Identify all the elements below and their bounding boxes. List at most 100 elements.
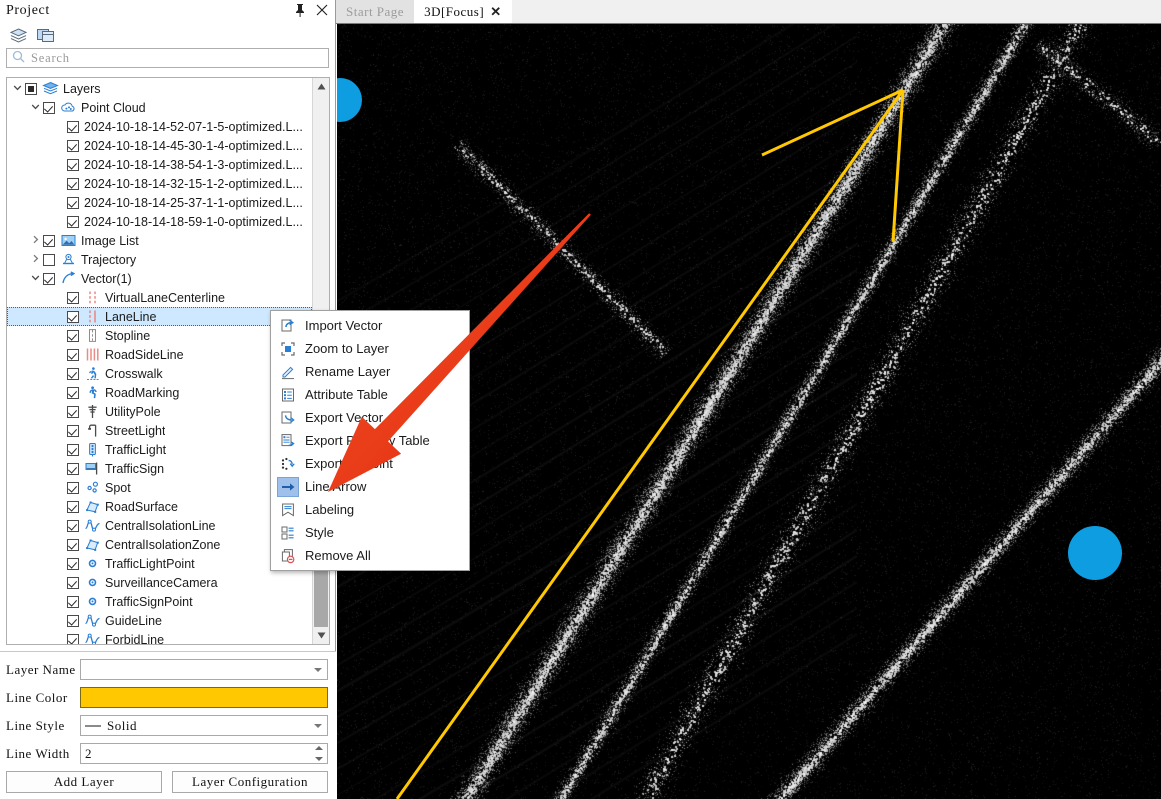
layer-visibility-checkbox[interactable] <box>67 196 79 209</box>
lane-line-segment[interactable] <box>891 89 905 243</box>
menu-item-export-property-table[interactable]: Export Property Table <box>271 429 469 452</box>
layer-visibility-checkbox[interactable] <box>43 101 55 114</box>
line-color-swatch[interactable] <box>80 687 328 708</box>
line-width-stepper[interactable]: 2 <box>80 743 328 764</box>
windows-tile-icon[interactable] <box>35 25 55 45</box>
chevron-down-icon[interactable] <box>27 102 43 113</box>
search-input[interactable]: Search <box>6 48 329 68</box>
menu-item-labeling[interactable]: Labeling <box>271 498 469 521</box>
chevron-down-icon[interactable] <box>314 723 322 728</box>
tree-item-forbidline[interactable]: ForbidLine <box>7 630 312 644</box>
tree-item-surveillancecamera[interactable]: SurveillanceCamera <box>7 573 312 592</box>
layer-visibility-checkbox[interactable] <box>67 291 79 304</box>
menu-item-style[interactable]: Style <box>271 521 469 544</box>
chevron-down-icon[interactable] <box>27 273 43 284</box>
map-marker[interactable] <box>1068 526 1122 580</box>
tree-item-roadmarking[interactable]: RoadMarking <box>7 383 312 402</box>
tree-item-trajectory[interactable]: Trajectory <box>7 250 312 269</box>
chevron-right-icon[interactable] <box>27 235 43 246</box>
tree-item-2024-10-18-14-18-59-1-0-optimized-l[interactable]: 2024-10-18-14-18-59-1-0-optimized.L... <box>7 212 312 231</box>
tree-item-trafficlight[interactable]: TrafficLight <box>7 440 312 459</box>
tree-item-2024-10-18-14-25-37-1-1-optimized-l[interactable]: 2024-10-18-14-25-37-1-1-optimized.L... <box>7 193 312 212</box>
layer-visibility-checkbox[interactable] <box>67 462 79 475</box>
add-layer-button[interactable]: Add Layer <box>6 771 162 793</box>
tree-item-trafficsignpoint[interactable]: TrafficSignPoint <box>7 592 312 611</box>
menu-item-zoom-to-layer[interactable]: Zoom to Layer <box>271 337 469 360</box>
tree-item-trafficlightpoint[interactable]: TrafficLightPoint <box>7 554 312 573</box>
menu-item-export-vector[interactable]: Export Vector <box>271 406 469 429</box>
layer-visibility-checkbox[interactable] <box>67 481 79 494</box>
menu-item-attribute-table[interactable]: Attribute Table <box>271 383 469 406</box>
tree-item-spot[interactable]: Spot <box>7 478 312 497</box>
tree-item-2024-10-18-14-52-07-1-5-optimized-l[interactable]: 2024-10-18-14-52-07-1-5-optimized.L... <box>7 117 312 136</box>
tree-item-centralisolationline[interactable]: CentralIsolationLine <box>7 516 312 535</box>
layer-visibility-checkbox[interactable] <box>67 595 79 608</box>
layer-tree[interactable]: Layers Point Cloud 2024-10-18-14-52-07-1-5… <box>7 78 312 644</box>
tree-item-utilitypole[interactable]: UtilityPole <box>7 402 312 421</box>
layer-visibility-checkbox[interactable] <box>67 215 79 228</box>
menu-item-import-vector[interactable]: Import Vector <box>271 314 469 337</box>
layer-visibility-checkbox[interactable] <box>43 253 55 266</box>
layer-visibility-checkbox[interactable] <box>43 234 55 247</box>
layer-visibility-checkbox[interactable] <box>25 82 37 95</box>
tab-3d-focus[interactable]: 3D[Focus] ✕ <box>414 0 512 23</box>
tree-item-roadsideline[interactable]: RoadSideLine <box>7 345 312 364</box>
chevron-down-icon[interactable] <box>314 667 322 672</box>
tree-item-2024-10-18-14-38-54-1-3-optimized-l[interactable]: 2024-10-18-14-38-54-1-3-optimized.L... <box>7 155 312 174</box>
scrollbar-thumb[interactable] <box>314 564 328 628</box>
layer-visibility-checkbox[interactable] <box>67 405 79 418</box>
layer-visibility-checkbox[interactable] <box>67 367 79 380</box>
layer-visibility-checkbox[interactable] <box>67 424 79 437</box>
layers-stack-icon[interactable] <box>8 25 28 45</box>
map-marker[interactable] <box>337 78 362 122</box>
line-style-select[interactable]: Solid <box>80 715 328 736</box>
chevron-right-icon[interactable] <box>27 254 43 265</box>
menu-item-rename-layer[interactable]: Rename Layer <box>271 360 469 383</box>
layer-visibility-checkbox[interactable] <box>67 120 79 133</box>
layer-visibility-checkbox[interactable] <box>67 158 79 171</box>
layer-configuration-button[interactable]: Layer Configuration <box>172 771 328 793</box>
layer-visibility-checkbox[interactable] <box>67 443 79 456</box>
layer-visibility-checkbox[interactable] <box>67 500 79 513</box>
layer-visibility-checkbox[interactable] <box>67 538 79 551</box>
tree-item-trafficsign[interactable]: TrafficSign <box>7 459 312 478</box>
tree-item-2024-10-18-14-32-15-1-2-optimized-l[interactable]: 2024-10-18-14-32-15-1-2-optimized.L... <box>7 174 312 193</box>
tree-item-2024-10-18-14-45-30-1-4-optimized-l[interactable]: 2024-10-18-14-45-30-1-4-optimized.L... <box>7 136 312 155</box>
tree-item-laneline[interactable]: LaneLine <box>7 307 312 326</box>
layer-visibility-checkbox[interactable] <box>67 329 79 342</box>
layer-visibility-checkbox[interactable] <box>67 557 79 570</box>
lane-line-segment[interactable] <box>761 88 904 157</box>
tree-item-virtuallanecenterline[interactable]: VirtualLaneCenterline <box>7 288 312 307</box>
tree-item-roadsurface[interactable]: RoadSurface <box>7 497 312 516</box>
layer-visibility-checkbox[interactable] <box>67 614 79 627</box>
close-icon[interactable] <box>315 2 329 18</box>
lane-line-geometry[interactable] <box>395 88 905 799</box>
tree-item-centralisolationzone[interactable]: CentralIsolationZone <box>7 535 312 554</box>
layer-visibility-checkbox[interactable] <box>43 272 55 285</box>
close-icon[interactable]: ✕ <box>490 4 501 20</box>
layer-visibility-checkbox[interactable] <box>67 139 79 152</box>
tree-item-stopline[interactable]: Stopline <box>7 326 312 345</box>
tree-item-guideline[interactable]: GuideLine <box>7 611 312 630</box>
lane-line-segment[interactable] <box>395 89 905 799</box>
layer-visibility-checkbox[interactable] <box>67 633 79 644</box>
tree-item-image-list[interactable]: Image List <box>7 231 312 250</box>
menu-item-remove-all[interactable]: Remove All <box>271 544 469 567</box>
layer-visibility-checkbox[interactable] <box>67 519 79 532</box>
menu-item-line-arrow[interactable]: Line Arrow <box>271 475 469 498</box>
stepper-arrows-icon[interactable] <box>314 746 324 761</box>
layer-name-input[interactable] <box>80 659 328 680</box>
tree-item-streetlight[interactable]: StreetLight <box>7 421 312 440</box>
tab-start-page[interactable]: Start Page <box>336 0 415 23</box>
scroll-up-icon[interactable] <box>313 78 329 95</box>
layer-visibility-checkbox[interactable] <box>67 348 79 361</box>
layer-visibility-checkbox[interactable] <box>67 310 79 323</box>
tree-item-vector-1[interactable]: Vector(1) <box>7 269 312 288</box>
tree-item-layers[interactable]: Layers <box>7 79 312 98</box>
scroll-down-icon[interactable] <box>313 627 329 644</box>
tree-item-point-cloud[interactable]: Point Cloud <box>7 98 312 117</box>
pin-icon[interactable] <box>293 2 307 18</box>
tree-item-crosswalk[interactable]: Crosswalk <box>7 364 312 383</box>
menu-item-export-to-point[interactable]: Export To Point <box>271 452 469 475</box>
layer-visibility-checkbox[interactable] <box>67 576 79 589</box>
